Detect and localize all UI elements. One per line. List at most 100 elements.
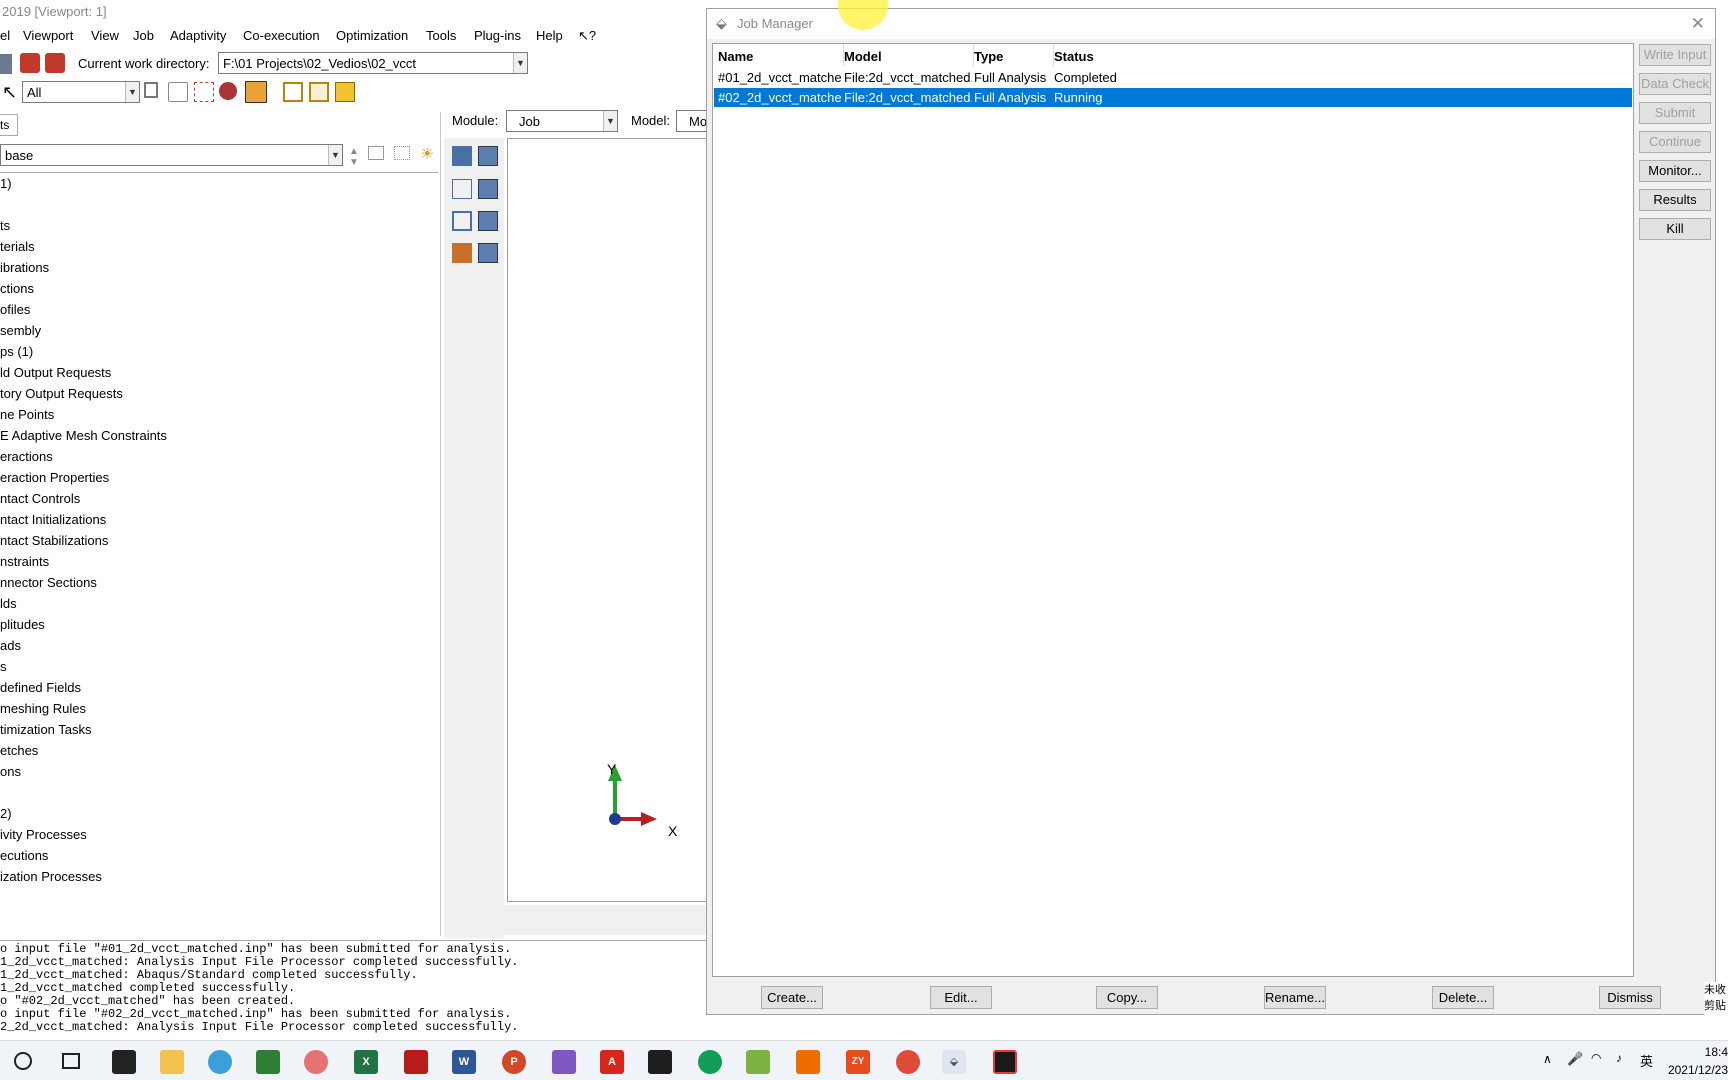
database-icon[interactable] bbox=[45, 53, 65, 73]
abaqus-icon[interactable]: ⬙ bbox=[942, 1050, 966, 1074]
microphone-icon[interactable]: 🎤 bbox=[1567, 1051, 1583, 1067]
lightbulb-icon[interactable]: ☀ bbox=[420, 144, 434, 164]
screen-recorder-icon[interactable] bbox=[993, 1050, 1017, 1074]
context-help-icon[interactable]: ↖? bbox=[578, 28, 596, 44]
input-file-icon[interactable] bbox=[20, 53, 40, 73]
continue-button[interactable]: Continue bbox=[1639, 131, 1711, 153]
adaptivity-manager-icon[interactable] bbox=[452, 179, 472, 199]
tree-item[interactable]: ecutions bbox=[0, 848, 48, 863]
tree-item[interactable]: defined Fields bbox=[0, 680, 81, 695]
job-manager-icon[interactable] bbox=[452, 146, 472, 166]
tree-item[interactable]: sembly bbox=[0, 323, 41, 338]
select-cursor-icon[interactable]: ↖ bbox=[2, 82, 22, 102]
powerpoint-icon[interactable]: P bbox=[502, 1050, 526, 1074]
input-method-indicator[interactable]: 英 bbox=[1640, 1051, 1653, 1070]
menu-tools[interactable]: Tools bbox=[426, 28, 456, 43]
rename-button[interactable]: Rename... bbox=[1264, 986, 1326, 1009]
calculator-icon[interactable] bbox=[256, 1050, 280, 1074]
tree-item[interactable]: ntact Controls bbox=[0, 491, 80, 506]
chevron-down-icon[interactable]: ▼ bbox=[603, 111, 617, 131]
edit-button[interactable]: Edit... bbox=[930, 986, 992, 1009]
menu-adaptivity[interactable]: Adaptivity bbox=[170, 28, 226, 43]
print-icon[interactable] bbox=[0, 54, 12, 74]
dismiss-button[interactable]: Dismiss bbox=[1599, 986, 1661, 1009]
write-input-button[interactable]: Write Input bbox=[1639, 44, 1711, 66]
app-icon[interactable] bbox=[796, 1050, 820, 1074]
tree-item[interactable]: ofiles bbox=[0, 302, 30, 317]
tree-item[interactable]: nstraints bbox=[0, 554, 49, 569]
file-explorer-icon[interactable] bbox=[160, 1050, 184, 1074]
app-icon[interactable] bbox=[404, 1050, 428, 1074]
kill-button[interactable]: Kill bbox=[1639, 218, 1711, 240]
optimization-icon[interactable] bbox=[452, 243, 472, 263]
folder-up-icon[interactable] bbox=[368, 146, 384, 160]
tree-item[interactable]: tory Output Requests bbox=[0, 386, 123, 401]
tree-item[interactable]: ivity Processes bbox=[0, 827, 87, 842]
search-icon[interactable] bbox=[14, 1052, 32, 1070]
tree-item[interactable]: ps (1) bbox=[0, 344, 33, 359]
menu-job[interactable]: Job bbox=[133, 28, 154, 43]
tree-item[interactable]: 2) bbox=[0, 806, 12, 821]
optimization-list-icon[interactable] bbox=[478, 243, 498, 263]
menu-view[interactable]: View bbox=[91, 28, 119, 43]
tree-item[interactable]: ads bbox=[0, 638, 21, 653]
hidden-line-icon[interactable] bbox=[309, 82, 329, 102]
tree-item[interactable]: ntact Stabilizations bbox=[0, 533, 108, 548]
tree-database-combo[interactable]: base ▼ bbox=[0, 144, 343, 166]
close-icon[interactable]: ✕ bbox=[1691, 14, 1705, 34]
notification-snippet[interactable]: 未收 剪贴 bbox=[1704, 982, 1728, 1034]
clock[interactable]: 18:4 2021/12/23 bbox=[1668, 1043, 1728, 1079]
tree-item[interactable]: etches bbox=[0, 743, 38, 758]
tree-item[interactable]: eractions bbox=[0, 449, 53, 464]
notepad-icon[interactable] bbox=[746, 1050, 770, 1074]
chevron-up-icon[interactable]: ∧ bbox=[1543, 1052, 1552, 1066]
speaker-icon[interactable]: ♪ bbox=[1616, 1051, 1622, 1065]
data-check-button[interactable]: Data Check bbox=[1639, 73, 1711, 95]
results-button[interactable]: Results bbox=[1639, 189, 1711, 211]
tree-item[interactable]: lds bbox=[0, 596, 17, 611]
table-row[interactable]: #02_2d_vcct_matched File:2d_vcct_matched… bbox=[714, 88, 1632, 107]
tree-item[interactable]: ts bbox=[0, 218, 10, 233]
acrobat-icon[interactable]: A bbox=[600, 1050, 624, 1074]
sticky-notes-icon[interactable] bbox=[112, 1050, 136, 1074]
tree-item[interactable]: eraction Properties bbox=[0, 470, 109, 485]
copy-button[interactable]: Copy... bbox=[1096, 986, 1158, 1009]
zy-app-icon[interactable]: ZY bbox=[846, 1050, 870, 1074]
menu-viewport[interactable]: Viewport bbox=[23, 28, 73, 43]
chevron-down-icon[interactable]: ▼ bbox=[513, 53, 527, 73]
chevron-down-icon[interactable]: ▼ bbox=[125, 82, 139, 102]
job-list-icon[interactable] bbox=[478, 146, 498, 166]
module-combo[interactable]: Job ▼ bbox=[506, 110, 618, 132]
tree-item[interactable]: 1) bbox=[0, 176, 12, 191]
adaptivity-list-icon[interactable] bbox=[478, 179, 498, 199]
select-box-icon[interactable] bbox=[168, 82, 188, 102]
up-down-icon[interactable]: ▲ ▼ bbox=[349, 146, 359, 168]
menu-co-execution[interactable]: Co-execution bbox=[243, 28, 320, 43]
shaded-view-icon[interactable] bbox=[335, 82, 355, 102]
chevron-down-icon[interactable]: ▼ bbox=[328, 145, 342, 165]
menu-plug-ins[interactable]: Plug-ins bbox=[474, 28, 521, 43]
app-icon[interactable] bbox=[304, 1050, 328, 1074]
tree-item[interactable]: timization Tasks bbox=[0, 722, 92, 737]
tree-item[interactable]: ons bbox=[0, 764, 21, 779]
tree-item[interactable]: s bbox=[0, 659, 7, 674]
iso-view-icon[interactable] bbox=[283, 82, 303, 102]
monitor-button[interactable]: Monitor... bbox=[1639, 160, 1711, 182]
excel-icon[interactable]: X bbox=[354, 1050, 378, 1074]
tree-item[interactable]: ctions bbox=[0, 281, 34, 296]
chrome-icon[interactable] bbox=[896, 1050, 920, 1074]
filter-tree-icon[interactable] bbox=[394, 146, 410, 160]
drag-select-icon[interactable] bbox=[219, 82, 237, 100]
selection-filter-combo[interactable]: All ▼ bbox=[22, 81, 140, 103]
table-row[interactable]: #01_2d_vcct_matched File:2d_vcct_matched… bbox=[714, 68, 1632, 87]
viewport[interactable]: Y X bbox=[507, 138, 708, 902]
box-select-icon[interactable] bbox=[245, 81, 267, 103]
create-button[interactable]: Create... bbox=[761, 986, 823, 1009]
wifi-icon[interactable]: ◠ bbox=[1591, 1051, 1601, 1065]
edge-icon[interactable] bbox=[698, 1050, 722, 1074]
column-header-model[interactable]: Model bbox=[844, 49, 882, 64]
column-header-type[interactable]: Type bbox=[974, 49, 1003, 64]
co-execution-list-icon[interactable] bbox=[478, 211, 498, 231]
select-region-icon[interactable] bbox=[194, 82, 214, 102]
delete-button[interactable]: Delete... bbox=[1432, 986, 1494, 1009]
